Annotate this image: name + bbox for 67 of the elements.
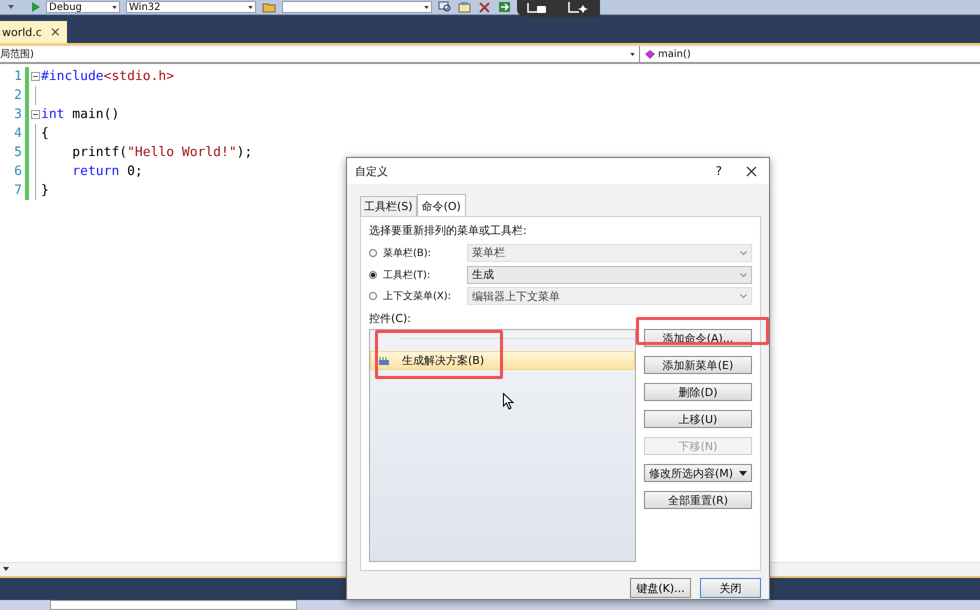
radio-button[interactable] <box>369 292 377 300</box>
caret-icon <box>248 6 253 8</box>
configuration-dropdown[interactable]: Debug <box>46 1 120 13</box>
tab-title: world.c <box>2 26 42 38</box>
dialog-tab[interactable]: 命令(O) <box>416 194 466 216</box>
arrow-icon[interactable] <box>498 1 512 13</box>
find-icon[interactable] <box>438 1 452 13</box>
controls-label: 控件(C): <box>369 311 412 326</box>
target-dropdown[interactable]: 编辑器上下文菜单 <box>467 287 752 306</box>
caret-icon <box>112 6 117 8</box>
target-dropdown[interactable]: 菜单栏 <box>467 244 752 262</box>
caret-icon <box>739 470 748 476</box>
code-line: } <box>41 183 49 198</box>
radio-button[interactable] <box>369 248 377 257</box>
line-number: 5 <box>13 145 22 160</box>
code-line: int main() <box>41 107 120 122</box>
line-number: 1 <box>13 69 22 84</box>
collapse-icon[interactable] <box>30 110 40 119</box>
target-dropdown[interactable]: 生成 <box>467 266 752 284</box>
line-number: 2 <box>13 88 22 103</box>
line-number: 4 <box>13 126 22 141</box>
dropdown-arrow-icon[interactable] <box>3 567 9 571</box>
command-button[interactable]: 修改所选内容(M) <box>644 464 752 482</box>
dialog-title: 自定义 <box>355 164 389 178</box>
line-number: 6 <box>13 164 22 179</box>
mouse-cursor-icon <box>503 393 514 410</box>
radio-button[interactable] <box>369 270 377 278</box>
scope-dropdown[interactable]: 局范围) <box>0 46 640 62</box>
chevron-down-icon <box>740 294 747 298</box>
code-line: #include<stdio.h> <box>41 69 174 84</box>
properties-icon[interactable] <box>458 1 472 13</box>
platform-dropdown[interactable]: Win32 <box>126 1 256 13</box>
dialog-button[interactable]: 键盘(K)... <box>630 578 691 598</box>
command-button[interactable]: 全部重置(R) <box>644 491 752 510</box>
line-number: 7 <box>13 183 22 198</box>
chevron-down-icon <box>740 250 747 255</box>
line-number: 3 <box>13 107 22 122</box>
command-button[interactable]: 添加新菜单(E) <box>644 356 752 374</box>
caret-icon <box>630 52 635 56</box>
dialog-tab[interactable]: 工具栏(S) <box>360 196 417 216</box>
radio-label: 上下文菜单(X): <box>383 290 452 304</box>
caret-icon <box>424 6 429 8</box>
radio-label: 菜单栏(B): <box>383 246 432 260</box>
command-button[interactable]: 删除(D) <box>644 383 752 402</box>
close-tab-button[interactable]: × <box>50 24 61 40</box>
code-line: return 0; <box>71 164 143 179</box>
start-debugging-icon[interactable] <box>32 2 40 12</box>
folder-icon[interactable] <box>262 1 276 13</box>
prompt-label: 选择要重新排列的菜单或工具栏: <box>369 223 528 238</box>
code-line: printf("Hello World!"); <box>71 145 252 160</box>
radio-label: 工具栏(T): <box>383 268 432 282</box>
window-icon[interactable] <box>526 2 548 14</box>
chevron-down-icon <box>740 272 747 276</box>
code-line: { <box>41 126 49 141</box>
find-dropdown[interactable] <box>282 1 432 13</box>
member-dropdown[interactable]: main() <box>640 46 691 62</box>
collapse-icon[interactable] <box>30 72 40 81</box>
method-icon <box>645 50 655 58</box>
close-icon[interactable] <box>746 166 757 176</box>
control-list-item[interactable]: 生成解决方案(B) <box>370 351 635 370</box>
tools-icon[interactable] <box>478 1 492 13</box>
status-field[interactable] <box>50 600 297 610</box>
command-button[interactable]: 上移(U) <box>644 410 752 428</box>
document-tab[interactable]: world.c × <box>0 21 67 43</box>
dialog-button[interactable]: 关闭 <box>700 578 761 598</box>
build-icon <box>379 356 389 366</box>
help-button[interactable]: ? <box>716 164 722 178</box>
